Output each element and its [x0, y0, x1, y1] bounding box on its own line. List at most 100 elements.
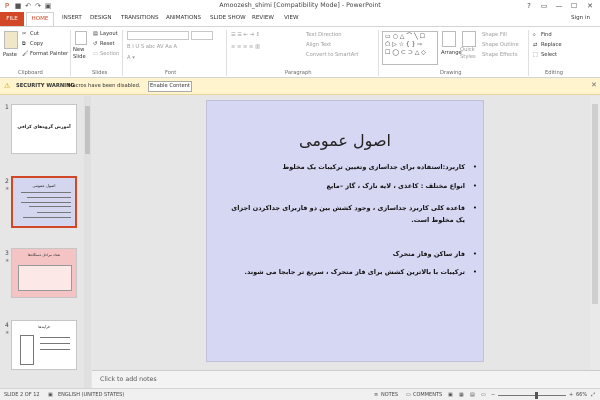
font-format-icons[interactable]: B I U S abc AV Aa A [127, 43, 177, 51]
close-button[interactable]: ✕ [583, 1, 597, 11]
thumbnail-title: فرآیند‌ها [38, 325, 50, 329]
normal-view-icon[interactable]: ▣ [448, 392, 453, 398]
format-painter-button[interactable]: Format Painter [30, 50, 68, 58]
help-button[interactable]: ? [522, 1, 536, 11]
new-slide-button[interactable]: New Slide [73, 47, 91, 61]
new-slide-icon[interactable] [75, 31, 87, 45]
find-button[interactable]: Find [541, 31, 552, 39]
zoom-slider[interactable] [498, 395, 566, 396]
cut-icon[interactable]: ✂ [22, 30, 26, 38]
reset-icon[interactable]: ↺ [93, 40, 97, 48]
format-painter-icon[interactable]: 🖌 [22, 50, 29, 58]
spellcheck-icon[interactable]: ▣ [48, 392, 53, 398]
tab-animations[interactable]: ANIMATIONS [166, 15, 201, 21]
slide-thumbnail-4[interactable]: فرآیند‌ها [11, 320, 77, 370]
slide-bullet[interactable]: فاز ساكن وفاز متحرک [215, 248, 465, 260]
tab-file[interactable]: FILE [0, 12, 24, 26]
scrollbar-thumb[interactable] [592, 104, 598, 304]
convert-smartart-button[interactable]: Convert to SmartArt [306, 51, 358, 59]
notes-pane[interactable]: Click to add notes [92, 370, 600, 388]
copy-button[interactable]: Copy [30, 40, 43, 48]
find-icon[interactable]: ⌕ [533, 31, 536, 39]
replace-icon[interactable]: ⇄ [533, 41, 537, 49]
slide-title[interactable]: اصول عمومی [207, 131, 483, 150]
slide-bullet[interactable]: قاعده كلى كاربرد جداسازى ، وجود كشش بين … [225, 202, 465, 226]
tab-transitions[interactable]: TRANSITIONS [121, 15, 159, 21]
language-indicator[interactable]: ENGLISH (UNITED STATES) [58, 392, 124, 398]
section-icon[interactable]: ▭ [93, 50, 98, 58]
arrange-button[interactable]: Arrange [441, 49, 462, 57]
shape-outline-button[interactable]: Shape Outline [482, 41, 519, 49]
zoom-slider-handle[interactable] [535, 392, 538, 399]
security-warning-message: Macros have been disabled. [68, 83, 141, 89]
thumbnail-title: اصول عمومی [32, 183, 56, 188]
comments-button[interactable]: COMMENTS [413, 392, 442, 398]
copy-icon[interactable]: ⧉ [22, 40, 26, 48]
text-direction-button[interactable]: Text Direction [306, 31, 342, 39]
zoom-out-icon[interactable]: − [491, 392, 495, 398]
select-button[interactable]: Select [541, 51, 557, 59]
sign-in-link[interactable]: Sign in [571, 15, 590, 21]
slide-sorter-icon[interactable]: ▦ [459, 392, 464, 398]
quick-styles-icon[interactable] [462, 31, 476, 47]
clipboard-group-label: Clipboard [18, 70, 43, 76]
paste-button[interactable]: Paste [3, 51, 17, 59]
current-slide[interactable]: اصول عمومی • كاربرد:استفاده براى جداسازى… [206, 100, 484, 362]
bullet-icon: • [472, 204, 477, 212]
tab-view[interactable]: VIEW [284, 15, 299, 21]
maximize-button[interactable]: ☐ [567, 1, 581, 11]
font-name-box[interactable] [127, 31, 189, 40]
zoom-in-icon[interactable]: + [569, 392, 573, 398]
tab-review[interactable]: REVIEW [252, 15, 274, 21]
thumbnail-scrollbar[interactable] [84, 96, 91, 388]
close-icon[interactable]: ✕ [591, 81, 597, 89]
thumbnail-number: 2 [5, 178, 9, 185]
tab-design[interactable]: DESIGN [90, 15, 112, 21]
slide-thumbnail-1[interactable]: آموزش گروه‌های کرافی [11, 104, 77, 154]
select-icon[interactable]: ⬚ [533, 51, 538, 59]
status-bar: SLIDE 2 OF 12 ▣ ENGLISH (UNITED STATES) … [0, 388, 600, 400]
list-icons[interactable]: ☰ ☰ ⇤ ⇥ ↕ [231, 31, 260, 39]
bullet-icon: • [472, 182, 477, 190]
slideshow-view-icon[interactable]: ▭ [481, 392, 486, 398]
notes-icon[interactable]: ≡ [374, 392, 378, 398]
zoom-level[interactable]: 66% [576, 392, 587, 398]
notes-button[interactable]: NOTES [381, 392, 398, 398]
font-size-box[interactable] [191, 31, 213, 40]
ribbon-display-button[interactable]: ▭ [537, 1, 551, 11]
shape-effects-button[interactable]: Shape Effects [482, 51, 518, 59]
thumbnail-diagram [20, 335, 34, 365]
font-color-icon[interactable]: A ▾ [127, 54, 135, 62]
minimize-button[interactable]: — [552, 1, 566, 11]
quick-styles-button[interactable]: Quick Styles [460, 47, 480, 61]
shape-fill-button[interactable]: Shape Fill [482, 31, 507, 39]
align-icons[interactable]: ≡ ≡ ≡ ≡ ▥ [231, 43, 260, 51]
fit-slide-icon[interactable]: ⤢ [591, 392, 595, 398]
layout-icon[interactable]: ▤ [93, 30, 98, 38]
arrange-icon[interactable] [442, 31, 456, 47]
paste-icon[interactable] [4, 31, 18, 49]
layout-button[interactable]: Layout [100, 30, 118, 38]
tab-slide-show[interactable]: SLIDE SHOW [210, 15, 246, 21]
slide-bullet[interactable]: كاربرد:استفاده براى جداسازى وتعيين تركيب… [215, 161, 465, 173]
align-text-button[interactable]: Align Text [306, 41, 331, 49]
scrollbar-thumb[interactable] [85, 106, 90, 154]
slide-thumbnail-2[interactable]: اصول عمومی [11, 176, 77, 228]
comments-icon[interactable]: ▭ [406, 392, 411, 398]
cut-button[interactable]: Cut [30, 30, 39, 38]
reset-button[interactable]: Reset [100, 40, 115, 48]
slides-group-label: Slides [92, 70, 108, 76]
shapes-gallery[interactable]: ▭ ○ △ ⌒ ╲ ☐ ⬠ ▷ ☆ { } ⇨ ☐ ◯ ⊂ ⊃ △ ◇ [382, 31, 438, 65]
tab-insert[interactable]: INSERT [62, 15, 82, 21]
reading-view-icon[interactable]: ▤ [470, 392, 475, 398]
notes-placeholder[interactable]: Click to add notes [100, 376, 157, 383]
slide-thumbnail-3[interactable]: تعداد مراحل دستگاه‌ها [11, 248, 77, 298]
slide-bullet[interactable]: تركيبات با بالاترين كشش براى فاز متحرک ،… [215, 266, 465, 278]
section-button[interactable]: Section [100, 50, 119, 58]
divider [528, 30, 529, 76]
replace-button[interactable]: Replace [541, 41, 562, 49]
slide-scrollbar[interactable] [590, 96, 600, 370]
enable-content-button[interactable]: Enable Content [148, 81, 192, 92]
slide-bullet[interactable]: انواع مختلف : كاغذى ، لايه نازک ، گاز –م… [215, 180, 465, 192]
tab-home[interactable]: HOME [26, 12, 54, 26]
